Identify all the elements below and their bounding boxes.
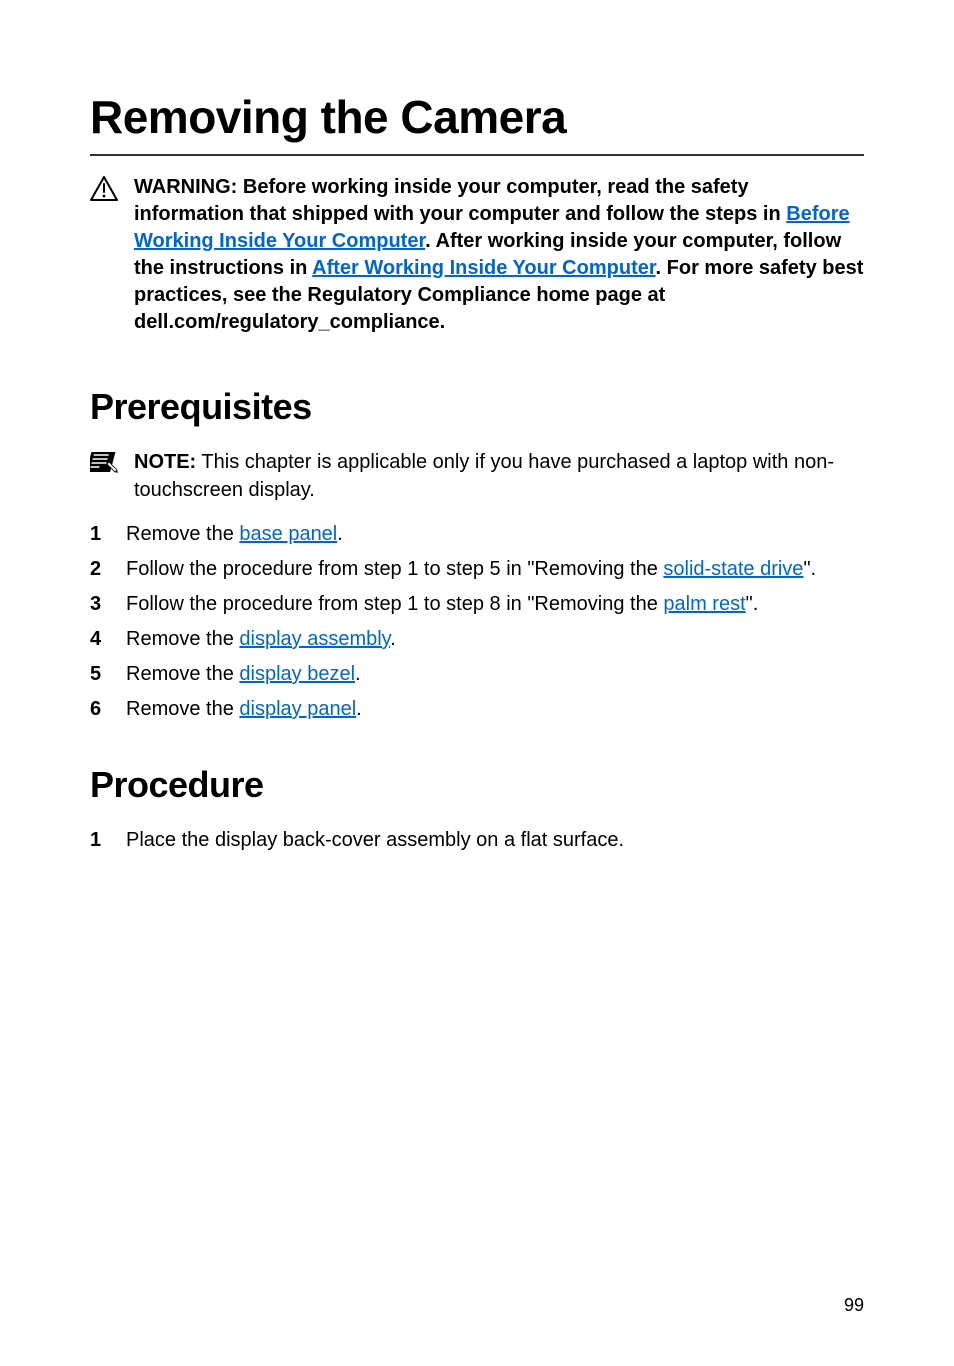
list-number: 1 (90, 826, 104, 855)
note-icon (90, 450, 118, 474)
list-number: 5 (90, 660, 104, 689)
prereq-item: 3 Follow the procedure from step 1 to ste… (90, 590, 864, 619)
list-body: Remove the display bezel. (126, 660, 864, 689)
text-segment: ". (803, 558, 816, 580)
list-number: 4 (90, 625, 104, 654)
list-body: Place the display back-cover assembly on… (126, 826, 864, 855)
text-segment: . (355, 663, 361, 685)
text-segment: Place the display back-cover assembly on… (126, 829, 624, 851)
warning-text: WARNING: Before working inside your comp… (134, 174, 864, 336)
text-segment: Follow the procedure from step 1 to step… (126, 558, 663, 580)
proc-item: 1 Place the display back-cover assembly o… (90, 826, 864, 855)
prereq-item: 2 Follow the procedure from step 1 to ste… (90, 555, 864, 584)
inline-link[interactable]: palm rest (663, 593, 745, 615)
note-body: This chapter is applicable only if you h… (134, 451, 834, 501)
text-segment: Follow the procedure from step 1 to step… (126, 593, 663, 615)
prerequisites-heading: Prerequisites (90, 386, 864, 428)
list-body: Remove the display assembly. (126, 625, 864, 654)
text-segment: ". (746, 593, 759, 615)
list-number: 2 (90, 555, 104, 584)
list-number: 6 (90, 695, 104, 724)
warning-block: WARNING: Before working inside your comp… (90, 174, 864, 336)
prerequisites-list: 1 Remove the base panel. 2 Follow the proce… (90, 520, 864, 724)
text-segment: Remove the (126, 663, 239, 685)
page-title: Removing the Camera (90, 90, 864, 156)
prereq-item: 6 Remove the display panel. (90, 695, 864, 724)
list-body: Follow the procedure from step 1 to step… (126, 590, 864, 619)
list-number: 1 (90, 520, 104, 549)
text-segment: . (390, 628, 396, 650)
warning-icon (90, 176, 118, 202)
inline-link[interactable]: display panel (239, 698, 356, 720)
list-body: Remove the base panel. (126, 520, 864, 549)
prereq-item: 5 Remove the display bezel. (90, 660, 864, 689)
inline-link[interactable]: solid-state drive (663, 558, 803, 580)
list-body: Remove the display panel. (126, 695, 864, 724)
procedure-list: 1 Place the display back-cover assembly o… (90, 826, 864, 855)
text-segment: . (356, 698, 362, 720)
list-body: Follow the procedure from step 1 to step… (126, 555, 864, 584)
text-segment: Remove the (126, 523, 239, 545)
note-block: NOTE: This chapter is applicable only if… (90, 448, 864, 504)
note-text: NOTE: This chapter is applicable only if… (134, 448, 864, 504)
prereq-item: 4 Remove the display assembly. (90, 625, 864, 654)
document-page: Removing the Camera WARNING: Before work… (0, 0, 954, 1366)
text-segment: Remove the (126, 628, 239, 650)
inline-link[interactable]: display bezel (239, 663, 355, 685)
note-label: NOTE: (134, 451, 196, 473)
warning-prefix: WARNING: Before working inside your comp… (134, 176, 786, 225)
page-number: 99 (844, 1295, 864, 1316)
text-segment: . (337, 523, 343, 545)
link-after-working-inside[interactable]: After Working Inside Your Computer (312, 257, 655, 279)
inline-link[interactable]: base panel (239, 523, 337, 545)
procedure-heading: Procedure (90, 764, 864, 806)
inline-link[interactable]: display assembly (239, 628, 390, 650)
list-number: 3 (90, 590, 104, 619)
text-segment: Remove the (126, 698, 239, 720)
prereq-item: 1 Remove the base panel. (90, 520, 864, 549)
